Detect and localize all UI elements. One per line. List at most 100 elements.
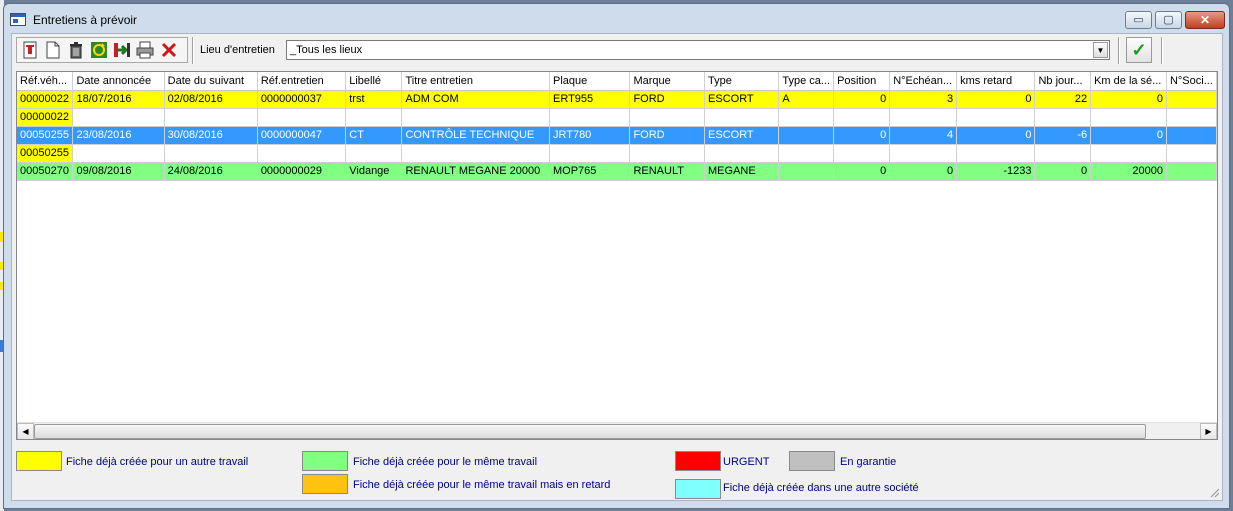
table-row[interactable]: 00050255 23/08/2016 30/08/2016 0000000047 CT… [17, 126, 1217, 145]
new-document-button[interactable] [43, 40, 63, 60]
table-cell: ERT955 [549, 90, 631, 109]
validate-button[interactable]: ✓ [1126, 37, 1152, 63]
delete-x-icon [161, 42, 177, 58]
column-header[interactable]: Type [704, 72, 780, 91]
toolbar-button-group [16, 37, 188, 63]
trash-icon [70, 42, 82, 59]
table-cell [956, 144, 1036, 163]
scroll-right-icon[interactable]: ▶ [1200, 423, 1217, 439]
column-header[interactable]: N°Soci... [1166, 72, 1217, 91]
print-button[interactable] [135, 40, 155, 60]
table-cell: 00050270 [17, 162, 74, 181]
column-header[interactable]: Position [833, 72, 891, 91]
resize-grip-icon[interactable] [1208, 486, 1220, 498]
table-cell [889, 108, 958, 127]
table-cell: 00050255 [17, 144, 74, 163]
table-cell: -6 [1034, 126, 1092, 145]
table-cell [833, 144, 891, 163]
legend-swatch-yellow [16, 451, 62, 471]
column-header[interactable]: N°Echéan... [889, 72, 958, 91]
entretiens-window: Entretiens à prévoir ▭ ▢ ✕ Lieu d'entret… [3, 3, 1230, 509]
table-cell: 0 [1090, 90, 1167, 109]
column-header[interactable]: Nb jour... [1034, 72, 1092, 91]
table-cell: MEGANE [704, 162, 780, 181]
table-cell [1166, 144, 1217, 163]
scroll-left-icon[interactable]: ◀ [17, 423, 34, 439]
table-row[interactable]: 00000022 18/07/2016 02/08/2016 0000000037 tr… [17, 90, 1217, 109]
chevron-down-icon[interactable]: ▼ [1093, 42, 1108, 58]
column-header[interactable]: Réf.véh... [17, 72, 74, 91]
table-cell [72, 144, 165, 163]
table-cell: 00000022 [17, 90, 74, 109]
table-cell [629, 108, 706, 127]
table-cell: 0 [889, 162, 958, 181]
delete-button[interactable] [159, 40, 179, 60]
table-cell: 0 [956, 126, 1036, 145]
table-cell [345, 144, 403, 163]
close-button[interactable]: ✕ [1185, 11, 1225, 29]
table-cell: CT [345, 126, 403, 145]
table-header-row: Réf.véh... Date annoncée Date du suivant Ré… [17, 72, 1217, 91]
window-title: Entretiens à prévoir [33, 13, 138, 27]
maximize-button[interactable]: ▢ [1155, 11, 1182, 29]
table-cell [1166, 126, 1217, 145]
table-row[interactable]: 00000022 [17, 108, 1217, 127]
column-header[interactable]: Réf.entretien [257, 72, 347, 91]
column-header[interactable]: Titre entretien [401, 72, 550, 91]
table-cell: RENAULT MEGANE 20000 [401, 162, 550, 181]
table-cell [1034, 108, 1092, 127]
table-cell: JRT780 [549, 126, 631, 145]
table-cell [72, 108, 165, 127]
table-cell: 4 [889, 126, 958, 145]
legend-swatch-cyan [675, 479, 721, 499]
column-header[interactable]: Libellé [345, 72, 403, 91]
scrollbar-thumb[interactable] [34, 424, 1146, 439]
maintenance-table: Réf.véh... Date annoncée Date du suivant Ré… [17, 72, 1217, 181]
column-header[interactable]: Date annoncée [72, 72, 165, 91]
new-document-icon [46, 41, 60, 59]
table-cell: ESCORT [704, 90, 780, 109]
table-row[interactable]: 00050255 [17, 144, 1217, 163]
title-bar[interactable]: Entretiens à prévoir ▭ ▢ ✕ [4, 4, 1229, 34]
table-cell: 02/08/2016 [164, 90, 258, 109]
open-record-icon [23, 41, 37, 59]
table-cell: ADM COM [401, 90, 550, 109]
column-header[interactable]: Km de la sé... [1090, 72, 1167, 91]
lieu-entretien-select[interactable]: _Tous les lieux ▼ [286, 40, 1110, 60]
table-cell [401, 144, 550, 163]
column-header[interactable]: Plaque [549, 72, 631, 91]
table-cell [401, 108, 550, 127]
export-button[interactable] [112, 40, 132, 60]
column-header[interactable]: kms retard [956, 72, 1036, 91]
table-cell: trst [345, 90, 403, 109]
print-icon [136, 41, 154, 59]
table-cell: 24/08/2016 [164, 162, 258, 181]
table-cell: 0000000037 [257, 90, 347, 109]
window-client-area: Lieu d'entretien _Tous les lieux ▼ ✓ Réf… [11, 33, 1223, 501]
refresh-button[interactable] [89, 40, 109, 60]
window-app-icon [10, 13, 26, 26]
table-cell [778, 162, 835, 181]
column-header[interactable]: Type ca... [778, 72, 835, 91]
color-legend: Fiche déjà créée pour un autre travail F… [12, 444, 1222, 502]
trash-button[interactable] [66, 40, 86, 60]
table-cell: 30/08/2016 [164, 126, 258, 145]
open-record-button[interactable] [20, 40, 40, 60]
legend-garantie: En garantie [840, 456, 897, 468]
minimize-button[interactable]: ▭ [1125, 11, 1152, 29]
table-cell [704, 108, 780, 127]
legend-meme-travail: Fiche déjà créée pour le même travail [353, 456, 538, 468]
table-cell [164, 108, 258, 127]
horizontal-scrollbar[interactable]: ◀ ▶ [17, 422, 1217, 439]
table-cell: ESCORT [704, 126, 780, 145]
maintenance-grid[interactable]: Réf.véh... Date annoncée Date du suivant Ré… [16, 71, 1218, 440]
table-cell: 23/08/2016 [72, 126, 165, 145]
column-header[interactable]: Marque [629, 72, 706, 91]
column-header[interactable]: Date du suivant [164, 72, 258, 91]
table-cell: FORD [629, 90, 706, 109]
lieu-entretien-value: _Tous les lieux [290, 44, 363, 56]
table-cell: 0000000029 [257, 162, 347, 181]
table-row[interactable]: 00050270 09/08/2016 24/08/2016 0000000029 Vi… [17, 162, 1217, 181]
legend-urgent: URGENT [723, 456, 770, 468]
table-cell: FORD [629, 126, 706, 145]
